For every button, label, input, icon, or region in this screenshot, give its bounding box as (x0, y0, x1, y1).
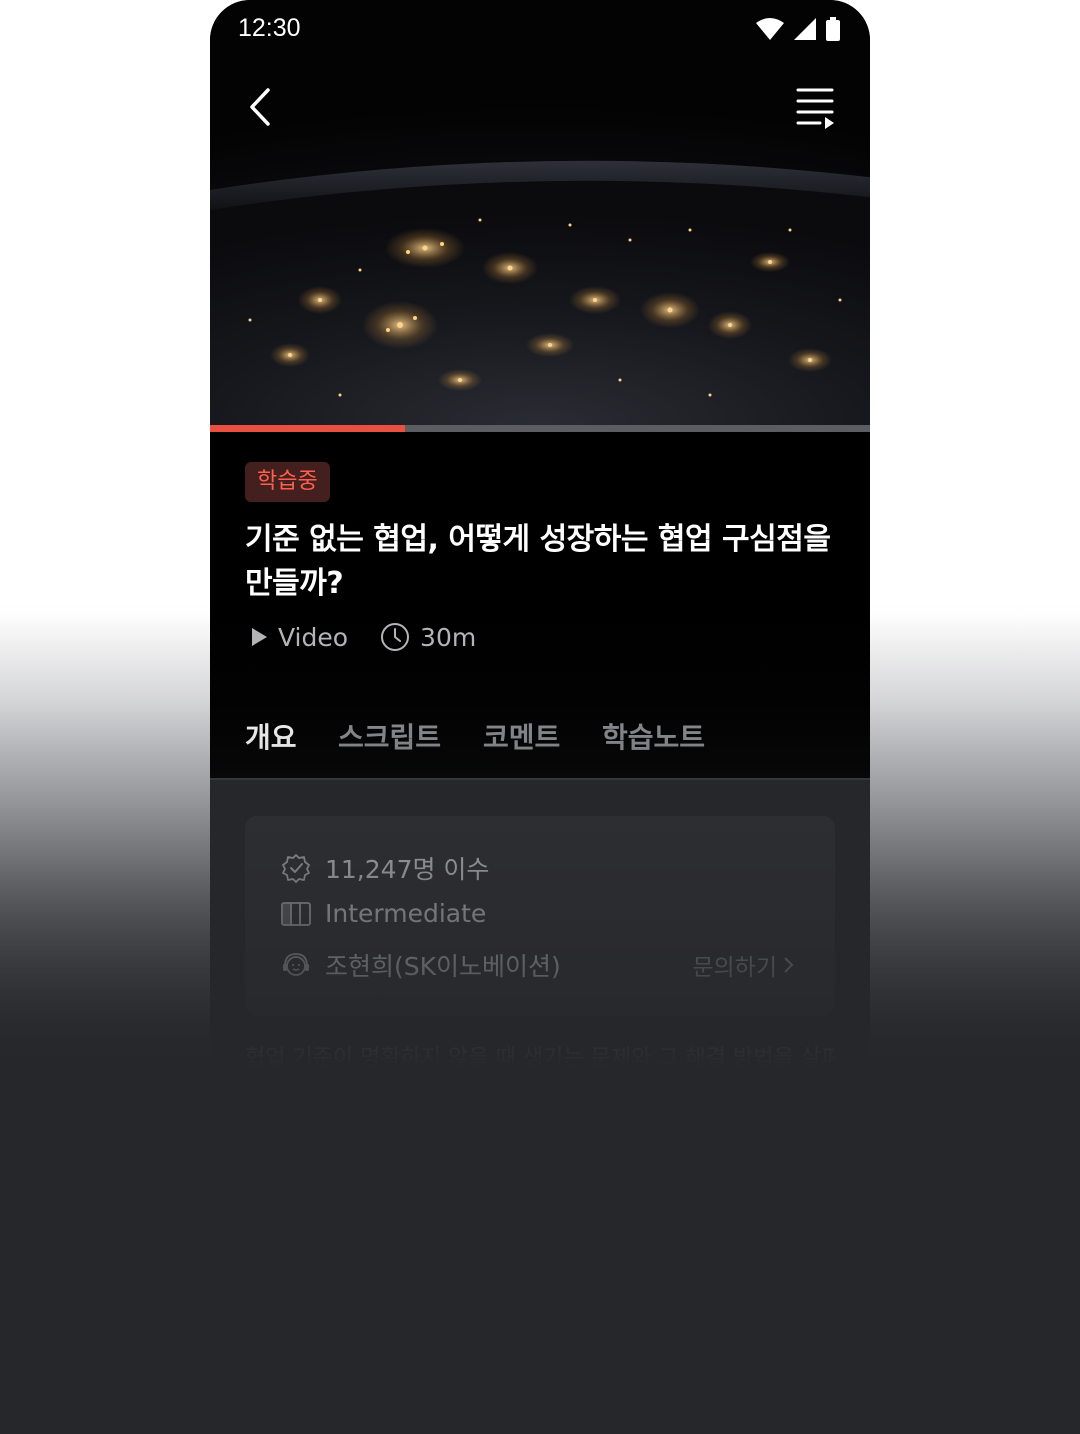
battery-icon (826, 17, 840, 41)
tab-overview[interactable]: 개요 (245, 716, 297, 784)
tab-comment[interactable]: 코멘트 (483, 716, 560, 780)
playlist-button[interactable] (790, 82, 840, 132)
course-type: Video (250, 623, 348, 652)
level-label: Intermediate (325, 899, 487, 928)
playlist-icon (796, 88, 834, 129)
status-time: 12:30 (238, 14, 301, 42)
video-thumbnail[interactable] (210, 0, 870, 425)
chevron-right-icon (784, 957, 794, 973)
clock-icon (381, 623, 410, 651)
verified-badge-icon (282, 854, 310, 883)
instructor-headset-icon (283, 953, 309, 976)
status-badge: 학습중 (245, 462, 330, 502)
earth-night-image (210, 160, 870, 425)
course-duration: 30m (380, 622, 476, 652)
course-info-card: 11,247명 이수 Intermediate 조현희(SK이노베이션) 문의하… (245, 816, 835, 1016)
course-type-label: Video (278, 622, 349, 652)
back-button[interactable] (240, 82, 280, 132)
play-icon (252, 628, 267, 646)
tab-study-notes[interactable]: 학습노트 (602, 716, 705, 780)
tab-script[interactable]: 스크립트 (338, 716, 441, 780)
cellular-signal-icon (794, 18, 816, 40)
playback-progress-bar[interactable] (210, 425, 870, 432)
status-bar: 12:30 (210, 0, 870, 60)
course-title: 기준 없는 협업, 어떻게 성장하는 협업 구심점을 만들까? (245, 522, 831, 601)
completions-count: 11,247명 이수 (325, 855, 490, 884)
completions-row: 11,247명 이수 (281, 850, 489, 886)
tab-bar: 개요 스크립트 코멘트 학습노트 (210, 690, 870, 784)
level-bars-icon (281, 901, 311, 926)
course-meta: Video 30m (250, 622, 508, 652)
inquiry-link[interactable]: 문의하기 (692, 948, 795, 982)
level-row: Intermediate (281, 899, 486, 928)
phone-screen: 12:30 학습중 기준 없는 협업, 어떻게 성장하는 협업 구심점을 만들까… (210, 0, 870, 1434)
wifi-icon (756, 18, 784, 40)
instructor-row: 조현희(SK이노베이션) (281, 947, 561, 983)
inquiry-label: 문의하기 (692, 955, 777, 981)
description-preview: 협업 기준이 명확하지 않을 때 생기는 문제와 그 해결 방법을 살펴봅니다. (245, 1046, 835, 1071)
instructor-name: 조현희(SK이노베이션) (325, 952, 561, 981)
course-duration-label: 30m (420, 622, 477, 652)
playback-progress-fill (210, 425, 405, 432)
back-arrow-icon (250, 88, 270, 126)
